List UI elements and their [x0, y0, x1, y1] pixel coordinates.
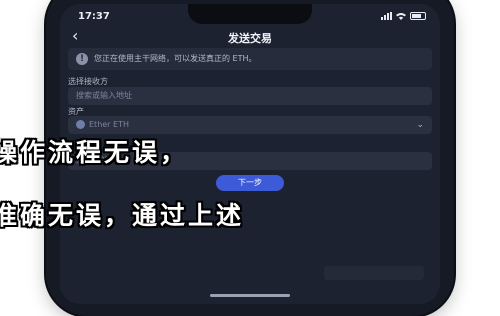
recipient-placeholder: 搜索或输入地址: [76, 91, 132, 100]
recipient-label: 选择接收方: [68, 77, 108, 86]
wifi-icon: [396, 13, 406, 20]
ether-icon: [76, 120, 85, 129]
warning-icon: !: [76, 53, 88, 65]
asset-value: Ether ETH: [89, 120, 129, 129]
battery-icon: [410, 12, 426, 20]
home-indicator: [210, 294, 290, 297]
next-button[interactable]: 下一步: [216, 175, 284, 191]
status-icons: [381, 12, 426, 20]
notch: [188, 4, 312, 24]
status-time: 17:37: [78, 11, 110, 22]
bottom-field[interactable]: [324, 266, 424, 280]
page-title: 发送交易: [228, 32, 272, 45]
chevron-down-icon: ⌄: [416, 120, 424, 130]
recipient-input[interactable]: 搜索或输入地址: [68, 87, 432, 105]
nav-bar: ‹ 发送交易: [60, 26, 440, 48]
overlay-caption-line-2: 准确无误，通过上述: [0, 201, 245, 230]
status-bar: 17:37: [60, 4, 440, 24]
warning-text: 您正在使用主干网络，可以发送真正的 ETH。: [94, 54, 257, 63]
signal-icon: [381, 12, 392, 20]
network-warning-banner: ! 您正在使用主干网络，可以发送真正的 ETH。: [68, 48, 432, 70]
asset-select[interactable]: Ether ETH ⌄: [68, 116, 432, 134]
overlay-caption-line-1: 操作流程无误，: [0, 138, 189, 167]
